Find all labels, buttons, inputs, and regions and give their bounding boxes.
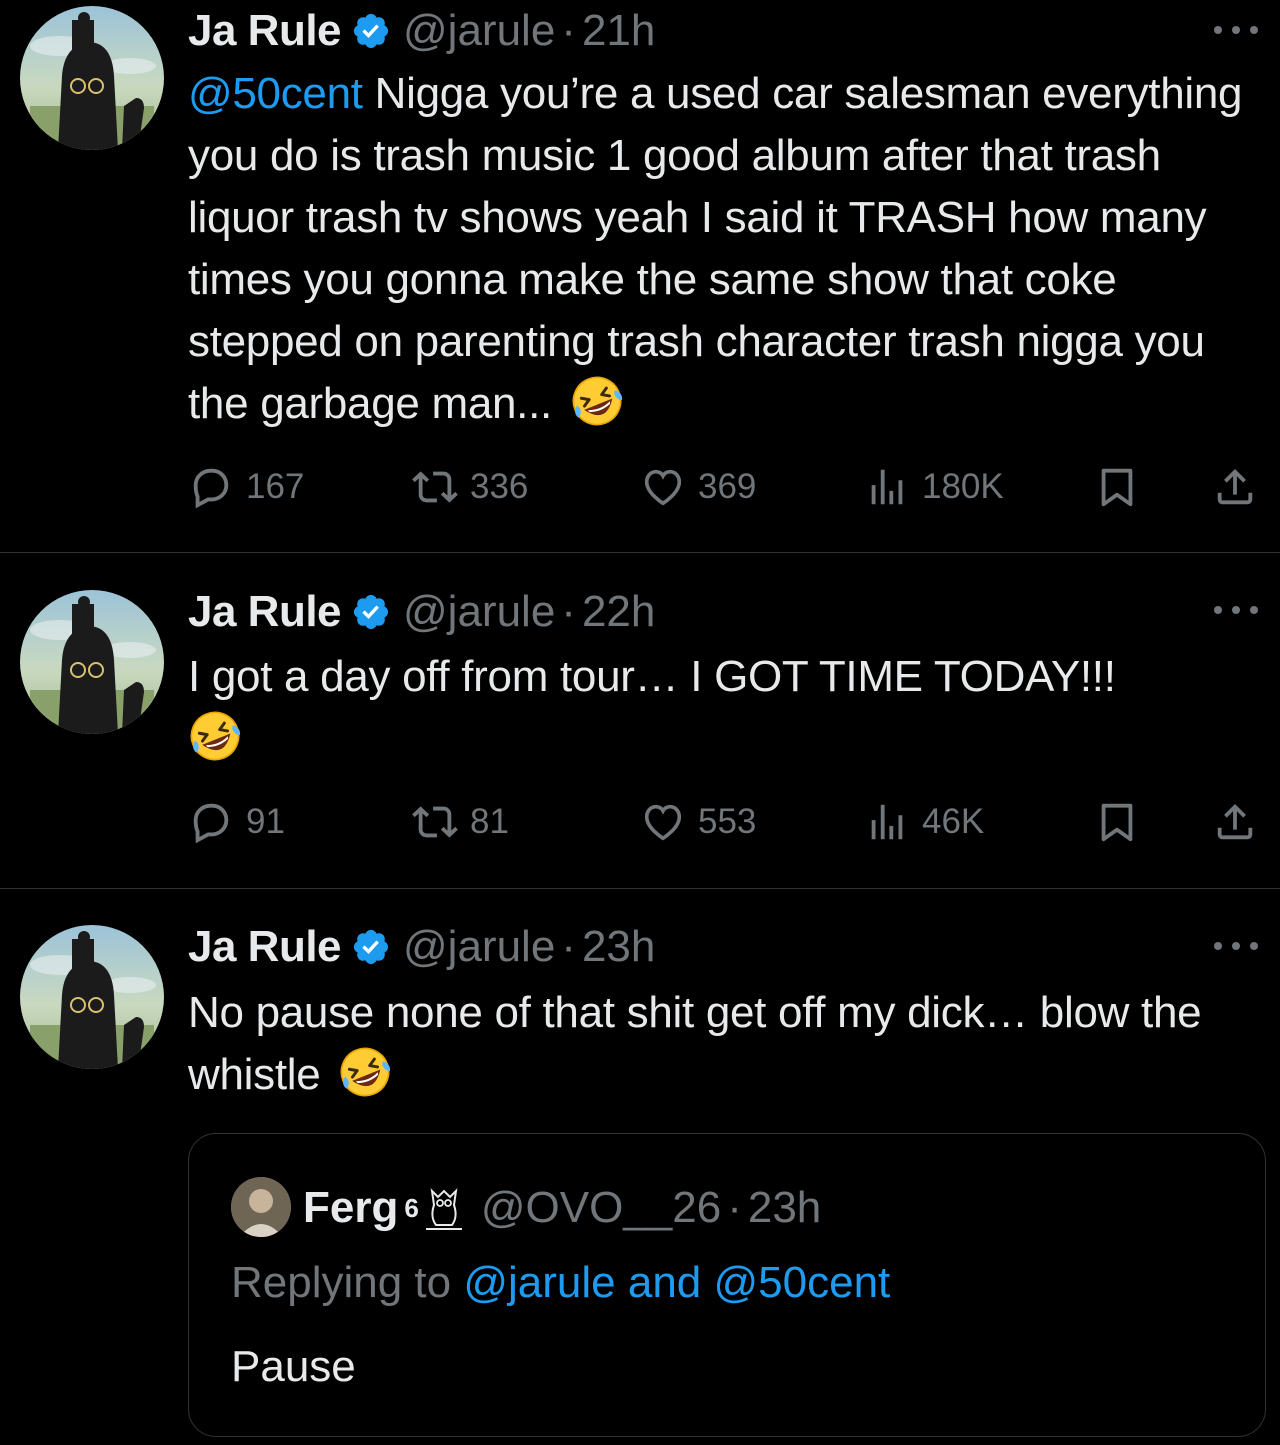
quoted-text: Pause <box>231 1342 356 1391</box>
author-name[interactable]: Ja Rule <box>188 587 342 637</box>
ovo-owl-icon <box>423 1185 465 1231</box>
like-button[interactable]: 553 <box>640 792 756 852</box>
timestamp[interactable]: 22h <box>582 587 655 637</box>
avatar[interactable] <box>20 925 164 1069</box>
separator: · <box>561 6 576 55</box>
quoted-avatar-image <box>231 1177 291 1237</box>
rolling-on-floor-laughing-emoji-icon <box>570 374 624 428</box>
quoted-timestamp: 23h <box>747 1183 822 1232</box>
more-options-icon[interactable] <box>1214 20 1258 40</box>
verified-badge-icon <box>351 592 391 632</box>
tweet-text: No pause none of that shit get off my di… <box>188 982 1268 1106</box>
separator: · <box>561 587 576 636</box>
quoted-header: Ferg 6 @OVO__26 · 23h <box>303 1178 821 1238</box>
tweet-divider <box>0 552 1280 553</box>
quoted-author-badge: 6 <box>404 1192 419 1223</box>
avatar[interactable] <box>20 6 164 150</box>
reply-button[interactable]: 167 <box>188 457 304 517</box>
author-handle[interactable]: @jarule <box>403 587 555 637</box>
quoted-tweet[interactable]: Ferg 6 @OVO__26 · 23h Replying to @jarul… <box>188 1133 1266 1437</box>
like-count: 553 <box>698 802 757 841</box>
reply-bubble-icon <box>188 464 234 510</box>
views-button[interactable]: 180K <box>864 457 1004 517</box>
view-count: 46K <box>922 802 985 841</box>
tweet-body: Nigga you’re a used car salesman everyth… <box>188 69 1243 428</box>
replying-to-label: Replying to <box>231 1258 464 1307</box>
tweet-text: @50cent Nigga you’re a used car salesman… <box>188 63 1268 435</box>
replying-to-mentions[interactable]: @jarule and @50cent <box>463 1258 890 1307</box>
verified-badge-icon <box>351 11 391 51</box>
more-options-icon[interactable] <box>1214 936 1258 956</box>
heart-icon <box>640 464 686 510</box>
quoted-author-handle[interactable]: @OVO__26 <box>481 1183 721 1233</box>
repost-button[interactable]: 336 <box>412 457 528 517</box>
reply-bubble-icon <box>188 799 234 845</box>
heart-icon <box>640 799 686 845</box>
tweet-text: I got a day off from tour… I GOT TIME TO… <box>188 646 1268 770</box>
tweet-header: Ja Rule @jarule · 21h <box>188 3 655 59</box>
bookmark-icon <box>1094 799 1140 845</box>
like-count: 369 <box>698 467 757 506</box>
author-name[interactable]: Ja Rule <box>188 6 342 56</box>
bookmark-button[interactable] <box>1094 792 1140 852</box>
view-count: 180K <box>922 467 1004 506</box>
tweet-header: Ja Rule @jarule · 23h <box>188 919 655 975</box>
like-button[interactable]: 369 <box>640 457 756 517</box>
reply-button[interactable]: 91 <box>188 792 285 852</box>
avatar-image <box>20 925 164 1069</box>
bookmark-button[interactable] <box>1094 457 1140 517</box>
timestamp[interactable]: 23h <box>582 922 655 972</box>
author-handle[interactable]: @jarule <box>403 922 555 972</box>
repost-icon <box>412 799 458 845</box>
tweet-divider <box>0 888 1280 889</box>
timestamp[interactable]: 21h <box>582 6 655 56</box>
avatar[interactable] <box>20 590 164 734</box>
action-bar: 167 336 369 180K <box>188 457 1258 517</box>
share-button[interactable] <box>1212 792 1258 852</box>
author-handle[interactable]: @jarule <box>403 6 555 56</box>
views-bar-chart-icon <box>864 464 910 510</box>
repost-count: 81 <box>470 802 509 841</box>
quoted-author-name[interactable]: Ferg <box>303 1183 398 1233</box>
bookmark-icon <box>1094 464 1140 510</box>
repost-button[interactable]: 81 <box>412 792 509 852</box>
rolling-on-floor-laughing-emoji-icon <box>338 1045 392 1099</box>
separator: · <box>727 1183 742 1232</box>
rolling-on-floor-laughing-emoji-icon <box>188 709 242 763</box>
avatar-image <box>20 6 164 150</box>
tweet-body: I got a day off from tour… I GOT TIME TO… <box>188 652 1116 701</box>
replying-to-line: Replying to @jarule and @50cent <box>231 1258 890 1308</box>
tweet-header: Ja Rule @jarule · 22h <box>188 584 655 640</box>
repost-count: 336 <box>470 467 529 506</box>
reply-count: 167 <box>246 467 305 506</box>
verified-badge-icon <box>351 927 391 967</box>
separator: · <box>561 922 576 971</box>
avatar-image <box>20 590 164 734</box>
share-button[interactable] <box>1212 457 1258 517</box>
quoted-avatar[interactable] <box>231 1177 291 1237</box>
share-icon <box>1212 464 1258 510</box>
reply-count: 91 <box>246 802 285 841</box>
repost-icon <box>412 464 458 510</box>
action-bar: 91 81 553 46K <box>188 792 1258 852</box>
views-bar-chart-icon <box>864 799 910 845</box>
mention-link[interactable]: @50cent <box>188 69 363 118</box>
views-button[interactable]: 46K <box>864 792 984 852</box>
share-icon <box>1212 799 1258 845</box>
author-name[interactable]: Ja Rule <box>188 922 342 972</box>
more-options-icon[interactable] <box>1214 600 1258 620</box>
